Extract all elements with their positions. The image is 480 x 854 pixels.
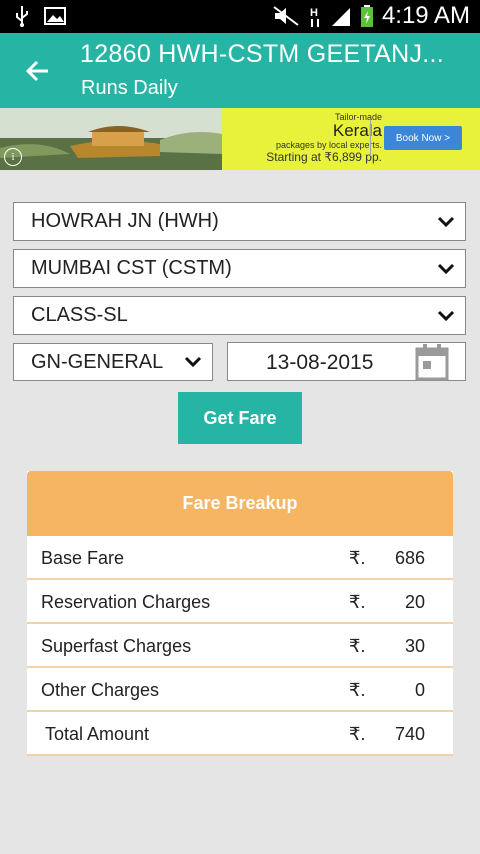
image-icon xyxy=(44,7,66,25)
ad-info-icon[interactable]: i xyxy=(4,148,22,166)
chevron-down-icon xyxy=(437,263,455,274)
fare-amount: 20 xyxy=(404,592,425,612)
table-row: Base Fare ₹. 686 xyxy=(27,536,453,580)
svg-text:H: H xyxy=(310,7,318,19)
ad-divider xyxy=(370,120,371,156)
status-bar: H 4:19 AM xyxy=(0,0,480,33)
fare-label: Other Charges xyxy=(41,680,160,700)
chevron-down-icon xyxy=(437,216,455,227)
fare-label: Total Amount xyxy=(45,724,150,744)
ad-copy: Tailor-made Kerala packages by local exp… xyxy=(232,112,382,164)
ad-banner[interactable]: i Tailor-made Kerala packages by local e… xyxy=(0,108,480,170)
mute-icon xyxy=(273,6,299,26)
from-station-value: HOWRAH JN (HWH) xyxy=(31,210,219,232)
data-h-icon: H xyxy=(310,7,319,27)
ad-subline: packages by local experts. xyxy=(275,140,382,150)
chevron-down-icon xyxy=(437,310,455,321)
arrow-left-icon[interactable] xyxy=(22,55,54,87)
fare-breakup-card: Fare Breakup Base Fare ₹. 686 Reservatio… xyxy=(27,471,453,756)
fare-label: Reservation Charges xyxy=(41,592,211,612)
fare-amount: 0 xyxy=(414,680,425,700)
class-value: CLASS-SL xyxy=(31,304,128,326)
fare-amount: 686 xyxy=(394,548,425,568)
fare-label: Base Fare xyxy=(41,548,125,568)
ad-price: Starting at ₹6,899 pp. xyxy=(266,150,382,164)
currency-symbol: ₹. xyxy=(349,592,366,612)
status-time: 4:19 AM xyxy=(381,2,470,29)
page-title: 12860 HWH-CSTM GEETANJ... xyxy=(80,40,445,68)
currency-symbol: ₹. xyxy=(349,724,366,744)
currency-symbol: ₹. xyxy=(349,680,366,700)
status-left-icons xyxy=(14,5,66,27)
get-fare-button[interactable]: Get Fare xyxy=(178,392,302,444)
class-select[interactable]: CLASS-SL xyxy=(13,296,466,335)
journey-date-field[interactable]: 13-08-2015 xyxy=(227,342,466,381)
ad-headline: Kerala xyxy=(332,121,382,140)
ad-houseboat-image[interactable] xyxy=(0,108,222,170)
calendar-icon[interactable] xyxy=(415,343,449,381)
to-station-value: MUMBAI CST (CSTM) xyxy=(31,257,232,279)
to-station-select[interactable]: MUMBAI CST (CSTM) xyxy=(13,249,466,288)
page-subtitle: Runs Daily xyxy=(81,77,178,99)
ad-book-now-button[interactable]: Book Now > xyxy=(384,126,462,150)
quota-value: GN-GENERAL xyxy=(31,350,164,373)
from-station-select[interactable]: HOWRAH JN (HWH) xyxy=(13,202,466,241)
app-bar: 12860 HWH-CSTM GEETANJ... Runs Daily xyxy=(0,33,480,108)
quota-select[interactable]: GN-GENERAL xyxy=(13,343,213,381)
status-right-icons: H 4:19 AM xyxy=(272,2,470,30)
table-row: Other Charges ₹. 0 xyxy=(27,668,453,712)
fare-amount: 740 xyxy=(394,724,425,744)
houseboat-picture xyxy=(0,108,222,170)
battery-icon xyxy=(360,5,373,27)
currency-symbol: ₹. xyxy=(349,636,366,656)
chevron-down-icon xyxy=(184,356,202,368)
signal-icon xyxy=(331,8,350,26)
journey-date-value: 13-08-2015 xyxy=(266,351,374,374)
ad-panel[interactable]: Tailor-made Kerala packages by local exp… xyxy=(222,108,480,170)
fare-breakup-header: Fare Breakup xyxy=(27,471,453,536)
fare-label: Superfast Charges xyxy=(41,636,192,656)
table-row: Superfast Charges ₹. 30 xyxy=(27,624,453,668)
table-row: Reservation Charges ₹. 20 xyxy=(27,580,453,624)
usb-icon xyxy=(16,6,28,27)
fare-amount: 30 xyxy=(404,636,425,656)
currency-symbol: ₹. xyxy=(349,548,366,568)
table-row-total: Total Amount ₹. 740 xyxy=(27,712,453,756)
